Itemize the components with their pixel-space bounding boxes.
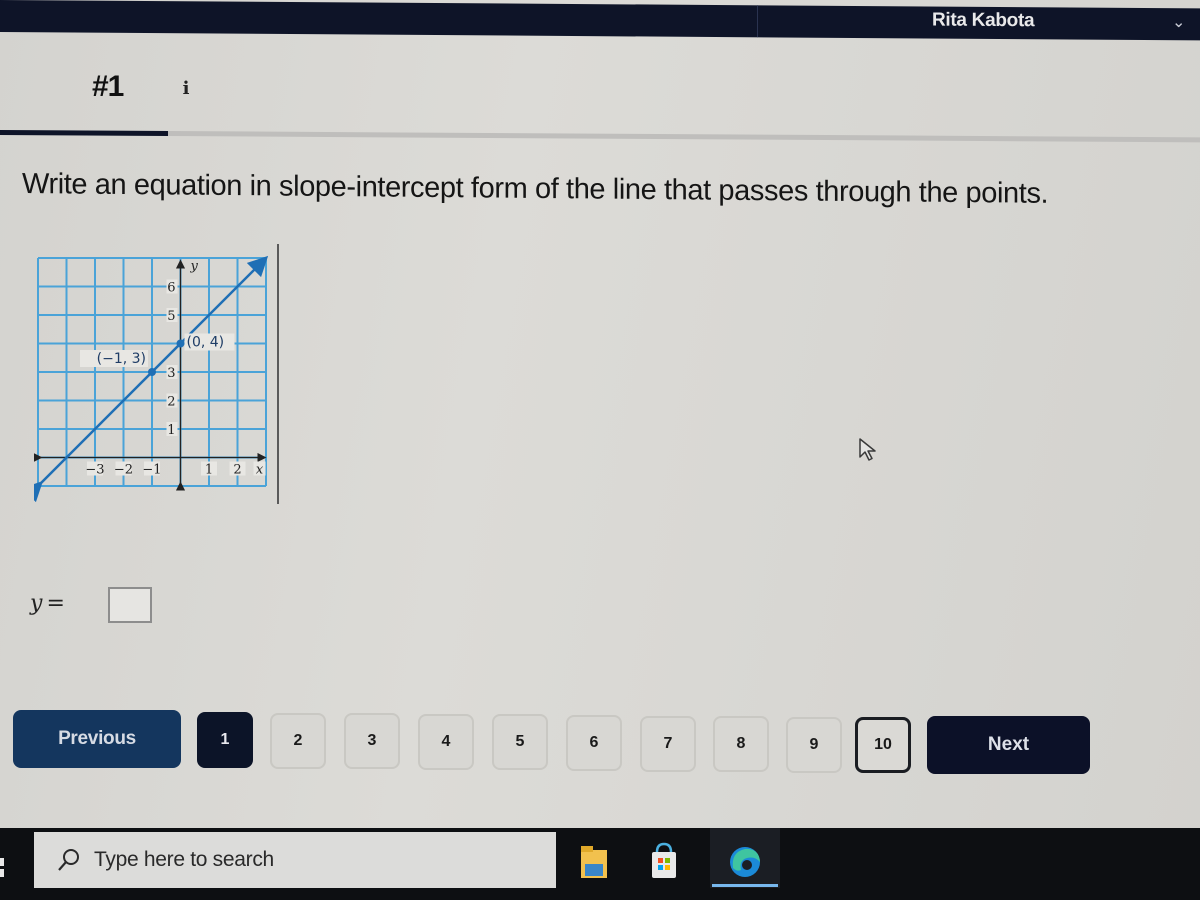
question-prompt: Write an equation in slope-intercept for… [22, 168, 1049, 210]
edge-active-indicator [712, 884, 778, 887]
graph: −3 −2 −1 1 2 1 2 3 5 6 x y (−1, 3) (0, 4) [21, 254, 284, 514]
page-button-4[interactable]: 4 [418, 713, 474, 770]
data-point [148, 368, 156, 376]
data-point [176, 339, 185, 348]
answer-label: y = [30, 591, 65, 616]
top-bar: Rita Kabota ⌄ [0, 0, 1200, 41]
top-bar-divider [757, 5, 758, 38]
answer-input[interactable] [108, 587, 152, 623]
microsoft-edge-icon[interactable] [725, 840, 765, 884]
y-axis-label: y [190, 259, 199, 274]
x-axis-label: x [256, 463, 264, 478]
x-tick-label: −2 [114, 463, 133, 478]
x-tick-label: 1 [205, 463, 213, 478]
progress-bar [0, 130, 1200, 143]
progress-fill [0, 130, 168, 137]
page-button-9[interactable]: 9 [786, 716, 842, 773]
page-button-3[interactable]: 3 [344, 713, 400, 770]
windows-start-icon[interactable] [0, 858, 10, 878]
file-explorer-icon[interactable] [575, 840, 615, 884]
x-tick-label: 2 [233, 463, 241, 478]
y-tick-label: 6 [167, 281, 175, 296]
y-tick-label: 3 [167, 366, 175, 381]
y-tick-label: 1 [167, 423, 175, 438]
page-button-10[interactable]: 10 [855, 717, 911, 774]
taskbar: Type here to search [0, 828, 1200, 900]
point-label: (0, 4) [187, 335, 225, 351]
y-tick-label: 5 [167, 309, 175, 324]
taskbar-search[interactable]: Type here to search [34, 832, 556, 888]
question-navigation: Previous 1 2 3 4 5 6 7 8 9 10 Next [0, 708, 1200, 778]
x-tick-label: −3 [85, 463, 104, 478]
previous-button[interactable]: Previous [13, 710, 181, 768]
x-tick-label: −1 [142, 463, 161, 478]
search-placeholder: Type here to search [94, 848, 274, 871]
user-name[interactable]: Rita Kabota [932, 10, 1034, 33]
next-button[interactable]: Next [927, 716, 1090, 774]
page-button-7[interactable]: 7 [640, 715, 696, 772]
page-button-1[interactable]: 1 [197, 712, 253, 768]
page-button-2[interactable]: 2 [270, 712, 326, 769]
microsoft-store-icon[interactable] [644, 840, 684, 884]
mouse-cursor-icon [859, 438, 876, 461]
answer-equals: = [46, 591, 65, 616]
search-icon [58, 849, 79, 871]
answer-variable: y [30, 591, 43, 616]
page-button-6[interactable]: 6 [566, 715, 622, 771]
point-label: (−1, 3) [97, 351, 146, 367]
points: (−1, 3) (0, 4) [80, 333, 235, 376]
chevron-down-icon[interactable]: ⌄ [1172, 12, 1185, 32]
graph-divider [277, 244, 279, 504]
info-icon[interactable]: i [176, 78, 196, 100]
page-button-8[interactable]: 8 [713, 716, 769, 773]
page-button-5[interactable]: 5 [492, 714, 548, 771]
y-tick-label: 2 [167, 395, 175, 410]
graph-svg: −3 −2 −1 1 2 1 2 3 5 6 x y (−1, 3) (0, 4) [21, 255, 269, 503]
question-number: #1 [92, 70, 124, 103]
